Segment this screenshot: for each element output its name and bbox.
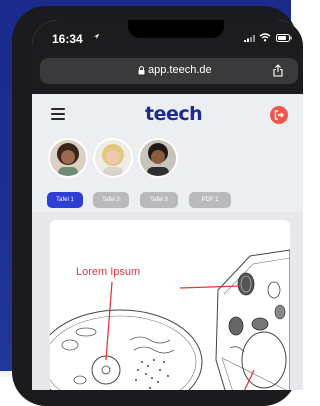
logout-icon bbox=[274, 110, 284, 120]
lock-icon bbox=[138, 66, 145, 75]
avatar[interactable] bbox=[95, 140, 131, 176]
avatar[interactable] bbox=[50, 140, 86, 176]
tab-tafel-2[interactable]: Tafel 2 bbox=[93, 192, 129, 208]
tab-tafel-3[interactable]: Tafel 3 bbox=[140, 192, 178, 208]
status-time: 16:34 bbox=[52, 32, 83, 46]
cell-illustration bbox=[50, 249, 290, 390]
tab-tafel-1[interactable]: Tafel 1 bbox=[47, 192, 83, 208]
battery-icon bbox=[276, 34, 292, 42]
phone-screen: 16:34 app.teech.de teech Tafel 1 Tafel 2… bbox=[32, 20, 303, 390]
share-icon[interactable] bbox=[273, 64, 283, 77]
whiteboard-canvas[interactable]: Lorem Ipsum bbox=[50, 220, 290, 390]
annotation-label: Lorem Ipsum bbox=[76, 266, 141, 278]
avatar[interactable] bbox=[140, 140, 176, 176]
app-header: teech bbox=[32, 94, 303, 134]
logout-button[interactable] bbox=[270, 106, 288, 124]
location-arrow-icon bbox=[93, 33, 100, 40]
status-bar: 16:34 bbox=[32, 20, 303, 54]
hamburger-menu-icon[interactable] bbox=[51, 108, 65, 120]
url-text: app.teech.de bbox=[148, 64, 212, 76]
notch bbox=[128, 20, 224, 38]
teech-logo: teech bbox=[145, 103, 203, 125]
address-bar[interactable]: app.teech.de bbox=[40, 58, 298, 84]
wifi-icon bbox=[259, 33, 271, 42]
board-tabs: Tafel 1 Tafel 2 Tafel 3 PDF 1 bbox=[32, 182, 303, 212]
browser-bar: app.teech.de bbox=[32, 54, 303, 94]
phone-frame: 16:34 app.teech.de teech Tafel 1 Tafel 2… bbox=[12, 6, 303, 406]
signal-icon bbox=[244, 35, 255, 42]
tab-pdf-1[interactable]: PDF 1 bbox=[189, 192, 231, 208]
